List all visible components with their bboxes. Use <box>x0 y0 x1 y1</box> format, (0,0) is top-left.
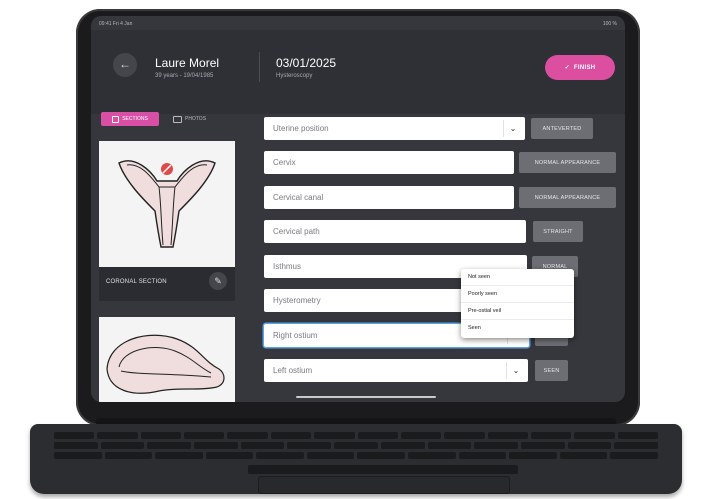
sagittal-section-diagram <box>106 334 225 394</box>
option-poorly-seen[interactable]: Poorly seen <box>461 286 574 303</box>
finish-label: FINISH <box>573 64 596 71</box>
sections-icon <box>112 115 120 123</box>
cervical-path-value: STRAIGHT <box>533 221 583 242</box>
section-title: CORONAL SECTION <box>106 279 167 285</box>
hysterometry-field[interactable]: Hysterometry <box>264 289 476 312</box>
field-label: Cervix <box>273 158 296 167</box>
edit-section-button[interactable]: ✎ <box>209 272 227 290</box>
tab-sections-label: SECTIONS <box>122 116 148 122</box>
exam-date: 03/01/2025 <box>276 56 337 70</box>
cervical-canal-value: NORMAL APPEARANCE <box>519 187 616 208</box>
exam-type: Hysteroscopy <box>276 73 313 79</box>
ostium-options-dropdown: Not seen Poorly seen Pre-ostial veil See… <box>461 269 574 338</box>
left-ostium-select[interactable]: Left ostium ⌄ <box>264 359 528 382</box>
sagittal-section-card[interactable] <box>99 317 235 402</box>
back-button[interactable]: ← <box>113 53 137 77</box>
patient-info: 39 years - 19/04/1985 <box>155 73 214 79</box>
patient-name: Laure Morel <box>155 56 220 70</box>
option-not-seen[interactable]: Not seen <box>461 269 574 286</box>
app-screen: 09:41 Fri 4 Jan 100 % ← Laure Morel 39 y… <box>91 16 625 402</box>
tab-photos[interactable]: PHOTOS <box>173 112 223 126</box>
chevron-down-icon[interactable]: ⌄ <box>506 362 525 379</box>
cervix-field[interactable]: Cervix <box>264 151 514 174</box>
trackpad <box>258 476 510 494</box>
arrow-left-icon: ← <box>119 57 131 71</box>
section-card[interactable]: CORONAL SECTION ✎ <box>99 141 235 301</box>
camera-icon <box>173 115 182 123</box>
field-label: Uterine position <box>273 124 329 133</box>
home-indicator <box>296 396 436 398</box>
check-icon: ✓ <box>564 65 570 71</box>
tab-photos-label: PHOTOS <box>185 116 207 122</box>
chevron-down-icon[interactable]: ⌄ <box>503 120 522 137</box>
field-label: Right ostium <box>273 331 318 340</box>
option-seen[interactable]: Seen <box>461 320 574 337</box>
keyboard <box>30 424 682 494</box>
field-label: Cervical canal <box>273 193 324 202</box>
status-time: 09:41 Fri 4 Jan <box>99 21 133 27</box>
cervical-canal-field[interactable]: Cervical canal <box>264 186 514 209</box>
field-label: Hysterometry <box>273 296 321 305</box>
field-label: Left ostium <box>273 366 313 375</box>
pencil-icon: ✎ <box>214 276 222 286</box>
option-pre-ostial-veil[interactable]: Pre-ostial veil <box>461 303 574 320</box>
uterine-position-value: ANTEVERTED <box>531 118 593 139</box>
cervical-path-field[interactable]: Cervical path <box>264 220 526 243</box>
status-battery: 100 % <box>602 21 617 27</box>
coronal-section-diagram <box>99 141 235 267</box>
left-ostium-value: SEEN <box>535 360 568 381</box>
status-bar: 09:41 Fri 4 Jan 100 % <box>99 21 617 29</box>
field-label: Cervical path <box>273 227 320 236</box>
header-divider <box>259 52 260 82</box>
finish-button[interactable]: ✓ FINISH <box>545 55 615 80</box>
tab-sections[interactable]: SECTIONS <box>101 112 159 126</box>
uterine-position-select[interactable]: Uterine position ⌄ <box>264 117 525 140</box>
field-label: Isthmus <box>273 262 302 271</box>
cervix-value: NORMAL APPEARANCE <box>519 152 616 173</box>
